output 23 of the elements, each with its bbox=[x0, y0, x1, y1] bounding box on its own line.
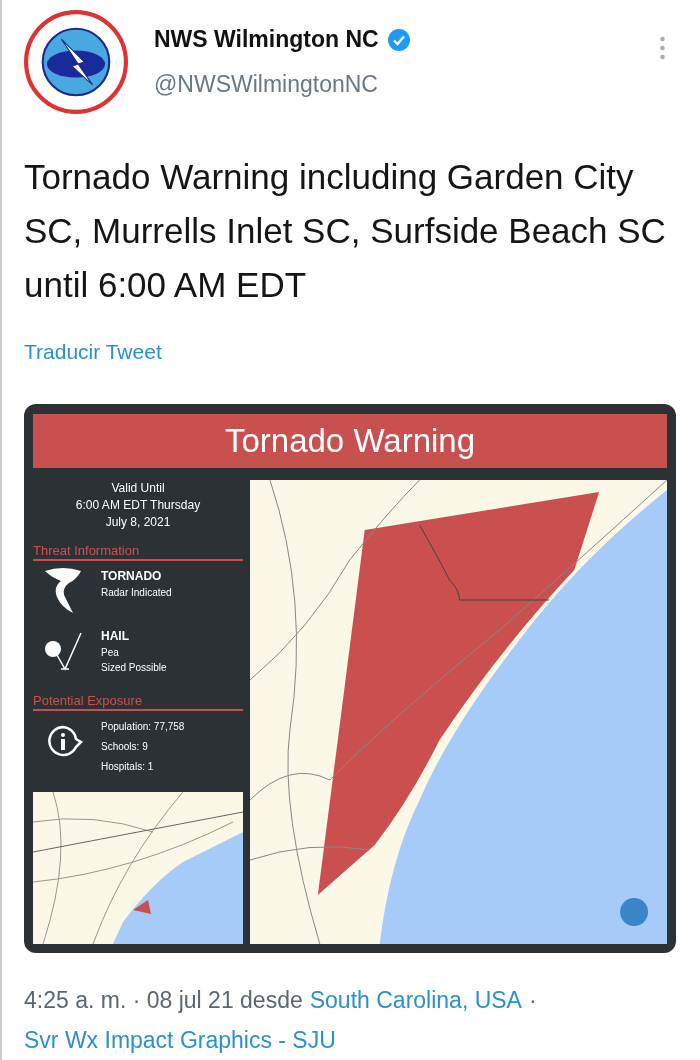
account-handle[interactable]: @NWSWilmingtonNC bbox=[154, 71, 633, 98]
threat-detail: Schools: 9 bbox=[101, 740, 149, 754]
location-link[interactable]: South Carolina, USA bbox=[309, 983, 522, 1017]
valid-until-text: Valid Until 6:00 AM EDT Thursday July 8, 2021 bbox=[74, 480, 202, 531]
threat-detail: Pea bbox=[101, 646, 120, 660]
logo-icon bbox=[24, 10, 128, 114]
threat-detail: TORNADO bbox=[101, 568, 163, 585]
translate-link[interactable]: Traducir Tweet bbox=[24, 340, 162, 364]
threat-detail: Sized Possible bbox=[101, 661, 167, 675]
section-heading: Potential Exposure bbox=[33, 693, 243, 711]
tweet-text: Tornado Warning including Garden City SC, Murrells Inlet SC, Surfside Beach SC until 6:00 AM EDT bbox=[24, 156, 667, 306]
threat-detail: HAIL bbox=[101, 628, 130, 645]
threat-detail: Population: 77,758 bbox=[101, 720, 185, 734]
tweet-timestamp: 4:25 a. m. · 08 jul 21 desde bbox=[24, 986, 303, 1015]
account-name[interactable]: NWS Wilmington NC bbox=[154, 26, 379, 53]
threat-detail: Hospitals: 1 bbox=[101, 760, 155, 774]
more-options-icon[interactable] bbox=[659, 36, 666, 60]
source-link[interactable]: Svr Wx Impact Graphics - SJU bbox=[24, 1023, 336, 1057]
separator-dot: · bbox=[528, 986, 537, 1015]
section-heading: Threat Information bbox=[33, 543, 243, 561]
title-banner: Tornado Warning bbox=[33, 414, 667, 468]
threat-detail: Radar Indicated bbox=[101, 586, 172, 600]
warning-graphic[interactable]: Tornado Warning Valid Until 6:00 AM EDT Thursday July 8, 2021 Threat Information TORNADO Radar Indicated HAIL Pea Sized Possible Potential Exposure Population: 77,758 Schools: 9 Hospitals: 1 bbox=[24, 404, 676, 953]
